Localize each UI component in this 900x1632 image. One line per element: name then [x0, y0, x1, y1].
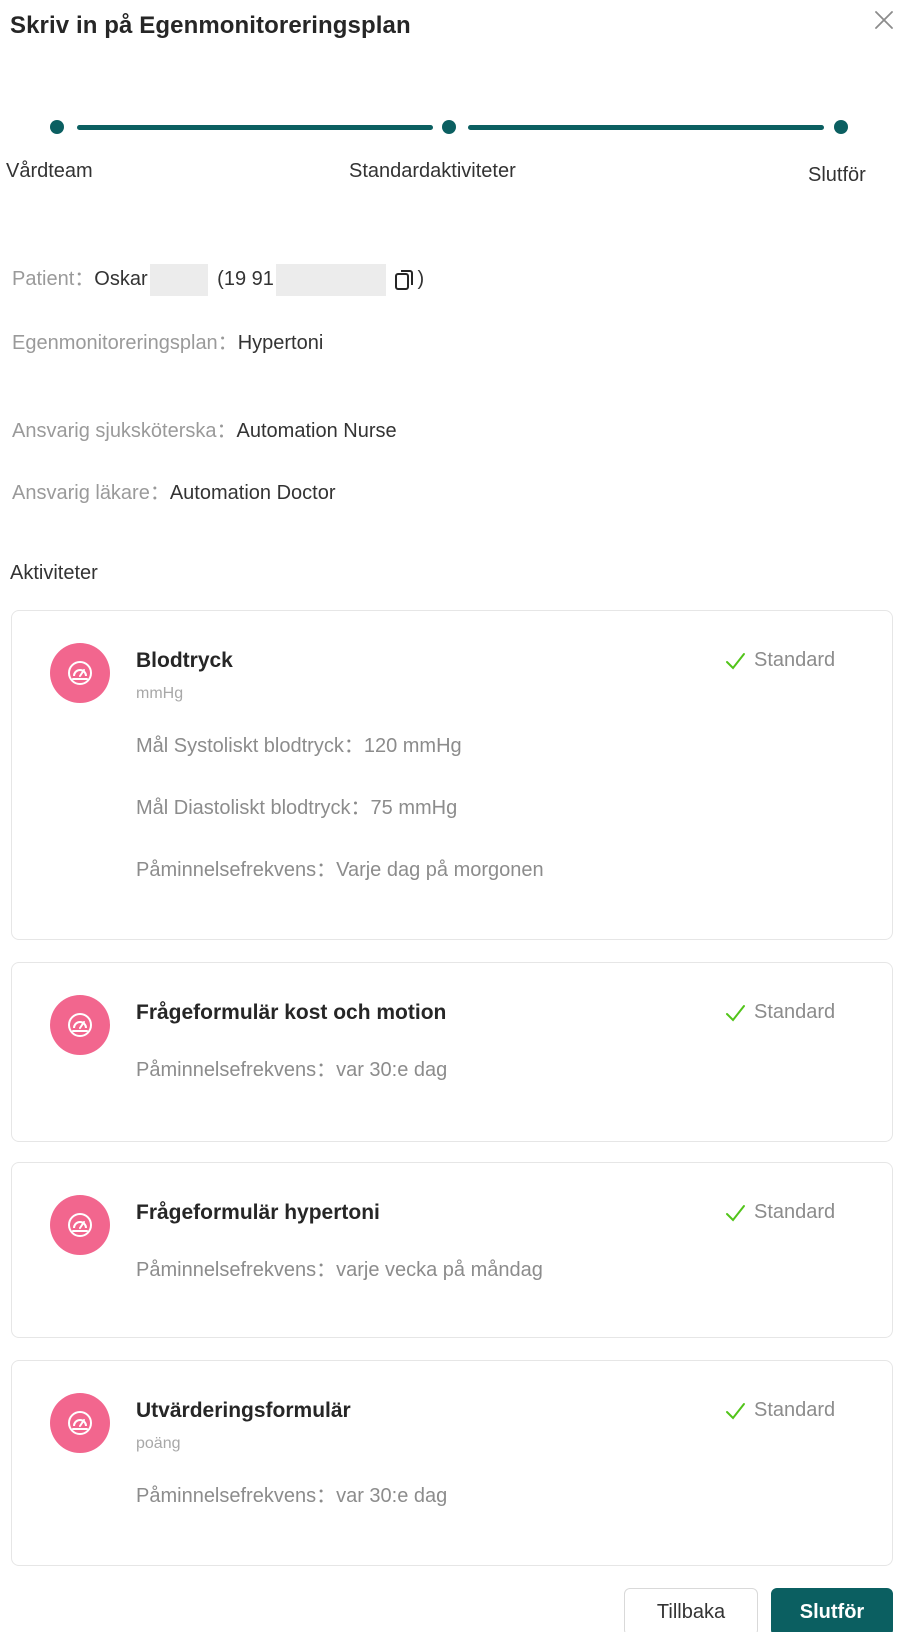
standard-badge: Standard [724, 1201, 835, 1224]
step-dot-vardteam [50, 120, 64, 134]
activity-card-utvardering: Utvärderingsformulär poäng Standard Påmi… [11, 1360, 893, 1566]
copy-icon[interactable] [393, 269, 415, 291]
check-icon [726, 652, 745, 670]
close-button[interactable] [868, 6, 898, 36]
plan-row: Egenmonitoreringsplan：Hypertoni [12, 326, 323, 355]
activity-unit: poäng [136, 1435, 181, 1452]
activity-card-blodtryck: Blodtryck mmHg Standard Mål Systoliskt b… [11, 610, 893, 940]
plan-value: Hypertoni [237, 332, 324, 354]
standard-badge: Standard [724, 649, 835, 672]
detail-label: Mål Diastoliskt blodtryck： [136, 797, 371, 819]
dialog-title: Skriv in på Egenmonitoreringsplan [10, 12, 411, 39]
activity-icon [50, 1393, 110, 1453]
detail-value: varje vecka på måndag [336, 1259, 543, 1281]
activity-card-hypertoni: Frågeformulär hypertoni Standard Påminne… [11, 1162, 893, 1338]
nurse-value: Automation Nurse [236, 420, 397, 442]
detail-label: Mål Systoliskt blodtryck： [136, 735, 364, 757]
detail-label: Påminnelsefrekvens： [136, 859, 337, 881]
activity-name: Utvärderingsformulär [136, 1399, 351, 1422]
activity-name: Frågeformulär hypertoni [136, 1201, 380, 1224]
activity-unit: mmHg [136, 685, 184, 702]
detail-value: 120 mmHg [363, 735, 462, 757]
step-connector [468, 125, 824, 130]
patient-label: Patient： [12, 268, 95, 290]
activities-heading: Aktiviteter [10, 562, 98, 584]
standard-badge: Standard [724, 1001, 835, 1024]
activity-icon [50, 643, 110, 703]
doctor-value: Automation Doctor [169, 482, 336, 504]
step-connector [77, 125, 433, 130]
activity-name: Frågeformulär kost och motion [136, 1001, 447, 1024]
gauge-icon [68, 1013, 92, 1037]
detail-label: Påminnelsefrekvens： [136, 1059, 337, 1081]
activity-icon [50, 995, 110, 1055]
step-dot-slutfor [834, 120, 848, 134]
finish-button[interactable]: Slutför [771, 1588, 893, 1632]
standard-label: Standard [754, 1201, 836, 1223]
detail-label: Påminnelsefrekvens： [136, 1259, 337, 1281]
activity-card-kost-motion: Frågeformulär kost och motion Standard P… [11, 962, 893, 1142]
standard-label: Standard [754, 1399, 836, 1421]
doctor-label: Ansvarig läkare： [12, 482, 170, 504]
doctor-row: Ansvarig läkare：Automation Doctor [12, 476, 335, 505]
plan-label: Egenmonitoreringsplan： [12, 332, 238, 354]
nurse-label: Ansvarig sjuksköterska： [12, 420, 237, 442]
activity-detail: Mål Systoliskt blodtryck：120 mmHg [136, 729, 462, 758]
redacted-block [149, 263, 208, 296]
check-icon [726, 1402, 745, 1420]
progress-stepper: Vårdteam Standardaktiviteter Slutför [0, 110, 900, 190]
redacted-block [275, 263, 386, 296]
detail-value: Varje dag på morgonen [336, 859, 544, 881]
patient-name: Oskar [94, 268, 148, 290]
step-dot-standardaktiviteter [442, 120, 456, 134]
step-label-slutfor: Slutför [808, 164, 866, 186]
activity-detail: Påminnelsefrekvens：Varje dag på morgonen [136, 853, 544, 882]
activity-icon [50, 1195, 110, 1255]
gauge-icon [68, 1411, 92, 1435]
activity-detail: Påminnelsefrekvens：varje vecka på måndag [136, 1253, 543, 1282]
step-label-standardaktiviteter: Standardaktiviteter [349, 160, 516, 182]
standard-badge: Standard [724, 1399, 835, 1422]
standard-label: Standard [754, 1001, 836, 1023]
activity-detail: Påminnelsefrekvens：var 30:e dag [136, 1479, 447, 1508]
standard-label: Standard [754, 649, 836, 671]
close-icon [875, 11, 893, 29]
gauge-icon [68, 661, 92, 685]
activity-detail: Mål Diastoliskt blodtryck：75 mmHg [136, 791, 457, 820]
back-button[interactable]: Tillbaka [624, 1588, 758, 1632]
detail-value: var 30:e dag [336, 1485, 448, 1507]
detail-value: var 30:e dag [336, 1059, 448, 1081]
gauge-icon [68, 1213, 92, 1237]
step-label-vardteam: Vårdteam [6, 160, 93, 182]
patient-id-close: ) [417, 268, 425, 290]
activity-name: Blodtryck [136, 649, 233, 672]
activity-detail: Påminnelsefrekvens：var 30:e dag [136, 1053, 447, 1082]
nurse-row: Ansvarig sjuksköterska：Automation Nurse [12, 414, 397, 443]
patient-id: (19 91 [217, 268, 274, 290]
check-icon [726, 1004, 745, 1022]
patient-row: Patient：Oskar (19 91 ) [12, 262, 424, 296]
detail-label: Påminnelsefrekvens： [136, 1485, 337, 1507]
check-icon [726, 1204, 745, 1222]
detail-value: 75 mmHg [370, 797, 458, 819]
